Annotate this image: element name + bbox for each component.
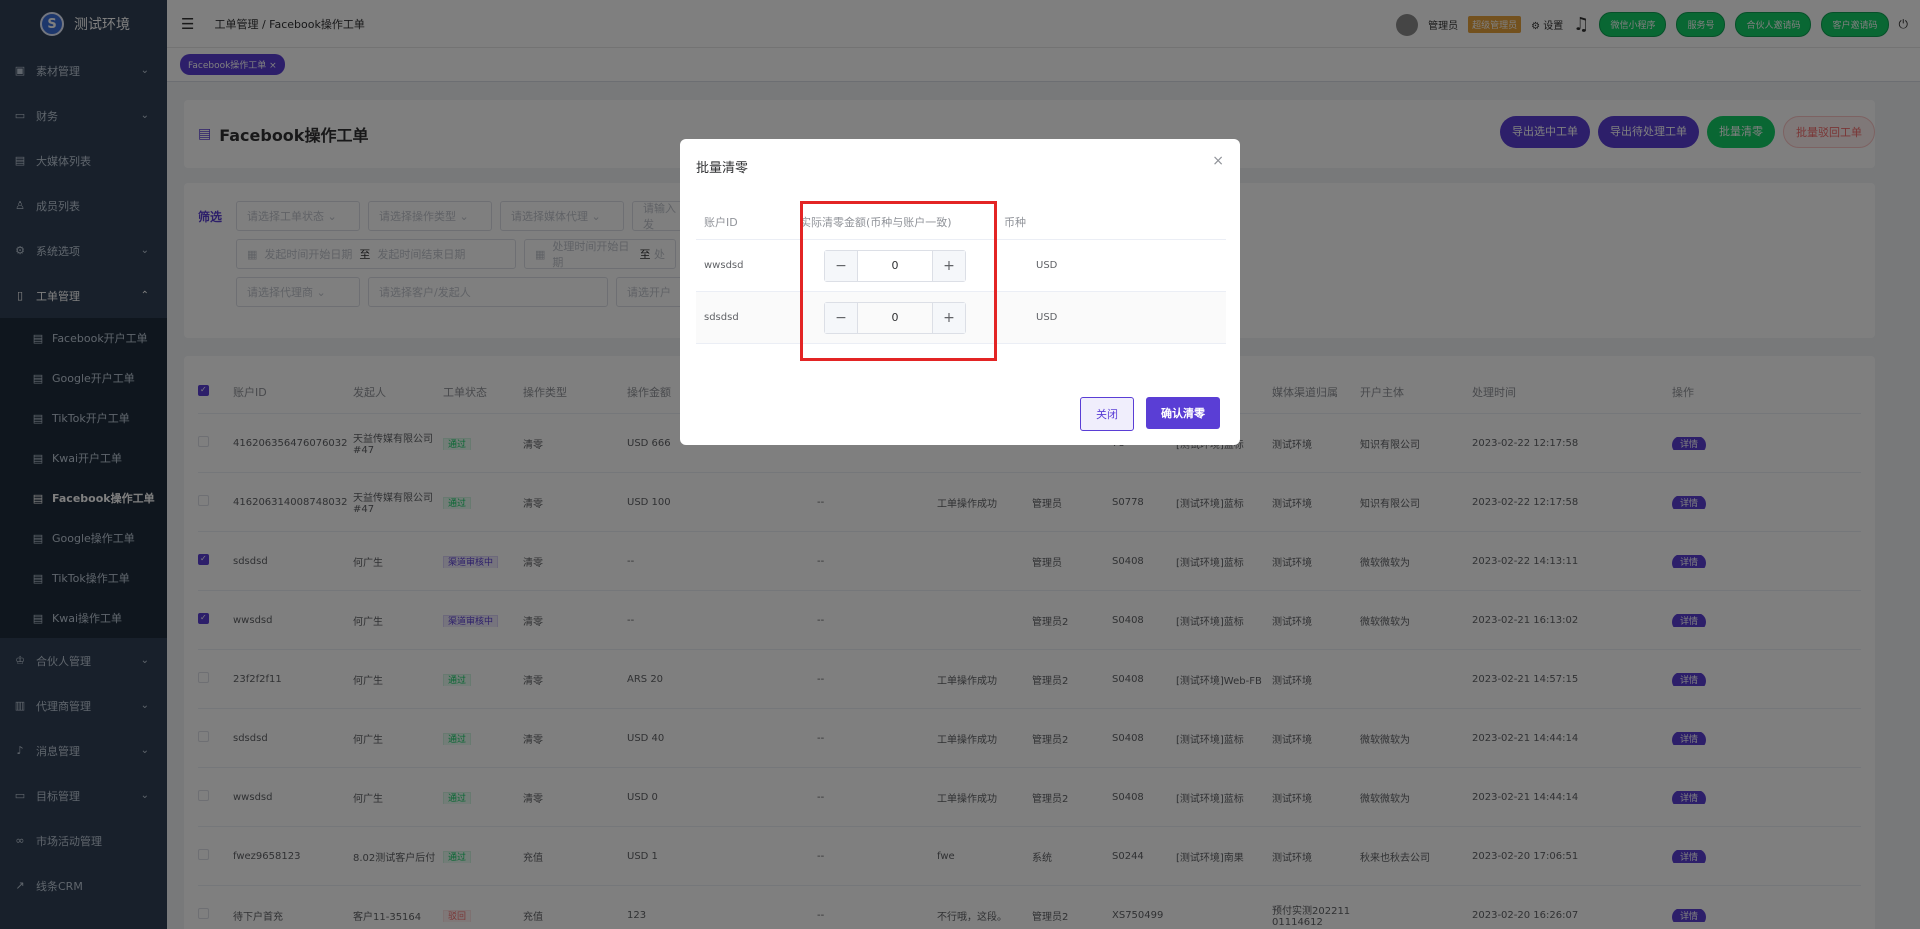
confirm-clear-button[interactable]: 确认清零: [1146, 397, 1220, 429]
close-icon[interactable]: ×: [1212, 153, 1224, 169]
cancel-button[interactable]: 关闭: [1080, 397, 1134, 431]
highlight-box: [800, 201, 997, 361]
dialog-title: 批量清零: [696, 161, 749, 176]
